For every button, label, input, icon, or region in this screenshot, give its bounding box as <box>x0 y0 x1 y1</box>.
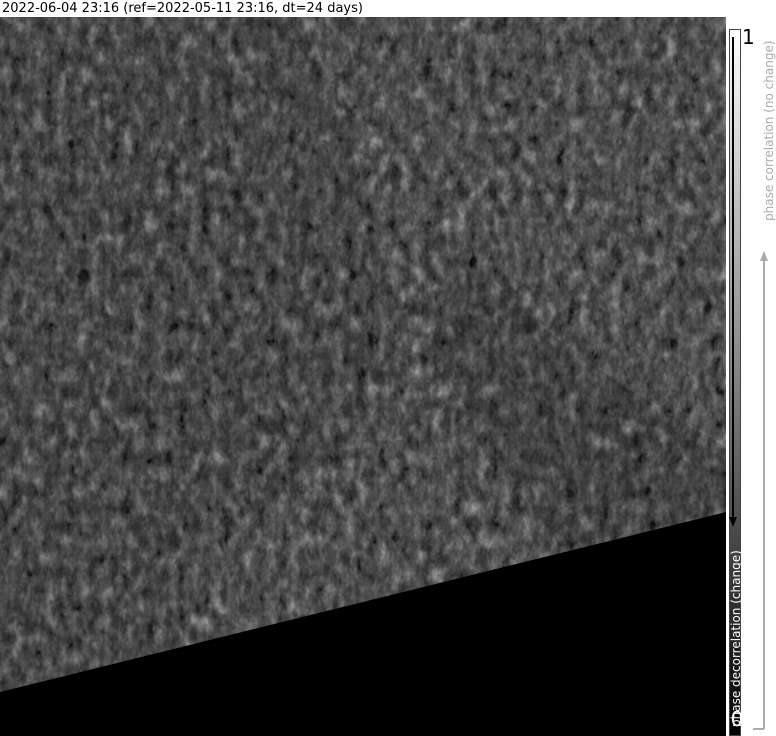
colorbar: 1 0 phase correlation (no change) phase … <box>729 17 776 736</box>
image-title: 2022-06-04 23:16 (ref=2022-05-11 23:16, … <box>2 1 363 16</box>
colorbar-arrows <box>729 37 768 730</box>
down-arrow-icon <box>729 517 737 527</box>
coherence-image <box>0 17 726 736</box>
up-arrow-icon <box>760 251 768 261</box>
coherence-image-svg <box>0 17 726 736</box>
